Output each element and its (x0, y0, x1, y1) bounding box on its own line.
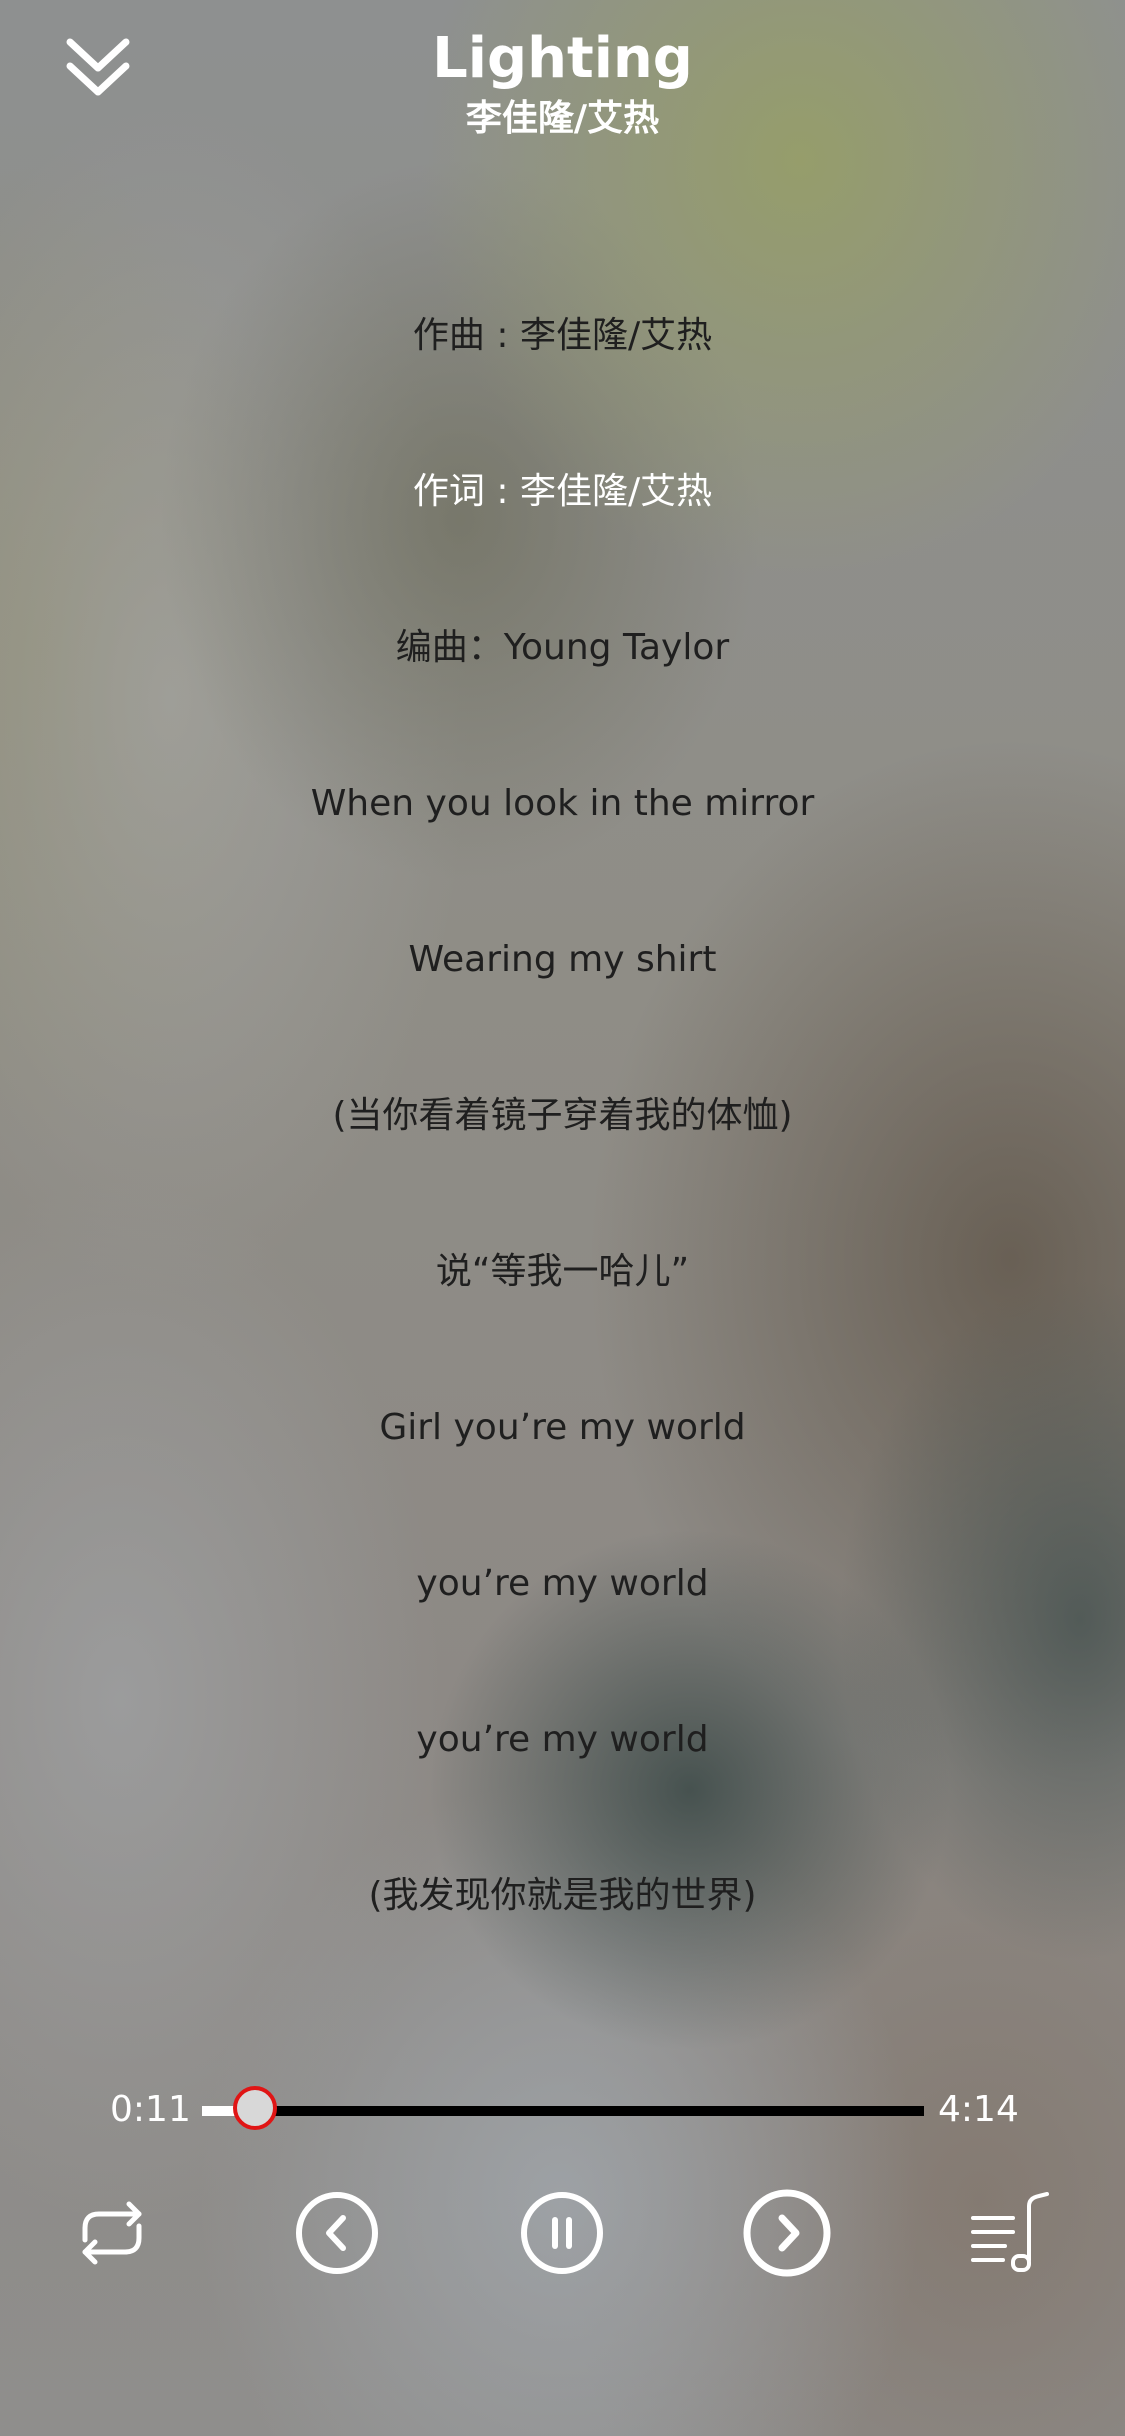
progress-thumb[interactable] (232, 2086, 277, 2130)
lyric-line[interactable]: (我发现你就是我的世界) (0, 1866, 1125, 2022)
song-title: Lighting (432, 26, 693, 91)
lyric-line[interactable]: 作词 : 李佳隆/艾热 (0, 462, 1125, 618)
lyric-line[interactable]: 作曲 : 李佳隆/艾热 (0, 306, 1125, 462)
progress-section: 0:11 4:14 (0, 2080, 1125, 2140)
repeat-icon (82, 2201, 142, 2265)
lyric-line[interactable]: (当你看着镜子穿着我的体恤) (0, 1086, 1125, 1242)
lyric-line[interactable]: you’re my world (0, 1554, 1125, 1710)
playlist-music-icon (971, 2192, 1049, 2272)
player-header: Lighting 李佳隆/艾热 (0, 0, 1125, 160)
playlist-button[interactable] (967, 2188, 1057, 2278)
lyric-line[interactable]: Girl you’re my world (0, 1398, 1125, 1554)
total-time: 4:14 (938, 2089, 1019, 2130)
lyric-line[interactable]: When you look in the mirror (0, 774, 1125, 930)
lyric-line[interactable]: Wearing my shirt (0, 930, 1125, 1086)
lyric-line[interactable]: you’re my world (0, 1710, 1125, 1866)
lyric-line[interactable]: 编曲：Young Taylor (0, 618, 1125, 774)
pause-circle-icon (521, 2192, 603, 2274)
repeat-button[interactable] (67, 2188, 157, 2278)
next-circle-icon (743, 2189, 831, 2277)
next-button[interactable] (742, 2188, 832, 2278)
current-time: 0:11 (110, 2089, 191, 2130)
previous-button[interactable] (292, 2188, 382, 2278)
progress-track[interactable] (202, 2086, 924, 2130)
pause-button[interactable] (517, 2188, 607, 2278)
song-artist: 李佳隆/艾热 (465, 98, 660, 139)
lyric-line[interactable]: 说“等我一哈儿” (0, 1242, 1125, 1398)
previous-circle-icon (296, 2192, 378, 2274)
lyrics-panel[interactable]: 作曲 : 李佳隆/艾热 作词 : 李佳隆/艾热 编曲：Young Taylor Whe… (0, 306, 1125, 2022)
playback-controls (0, 2180, 1125, 2280)
